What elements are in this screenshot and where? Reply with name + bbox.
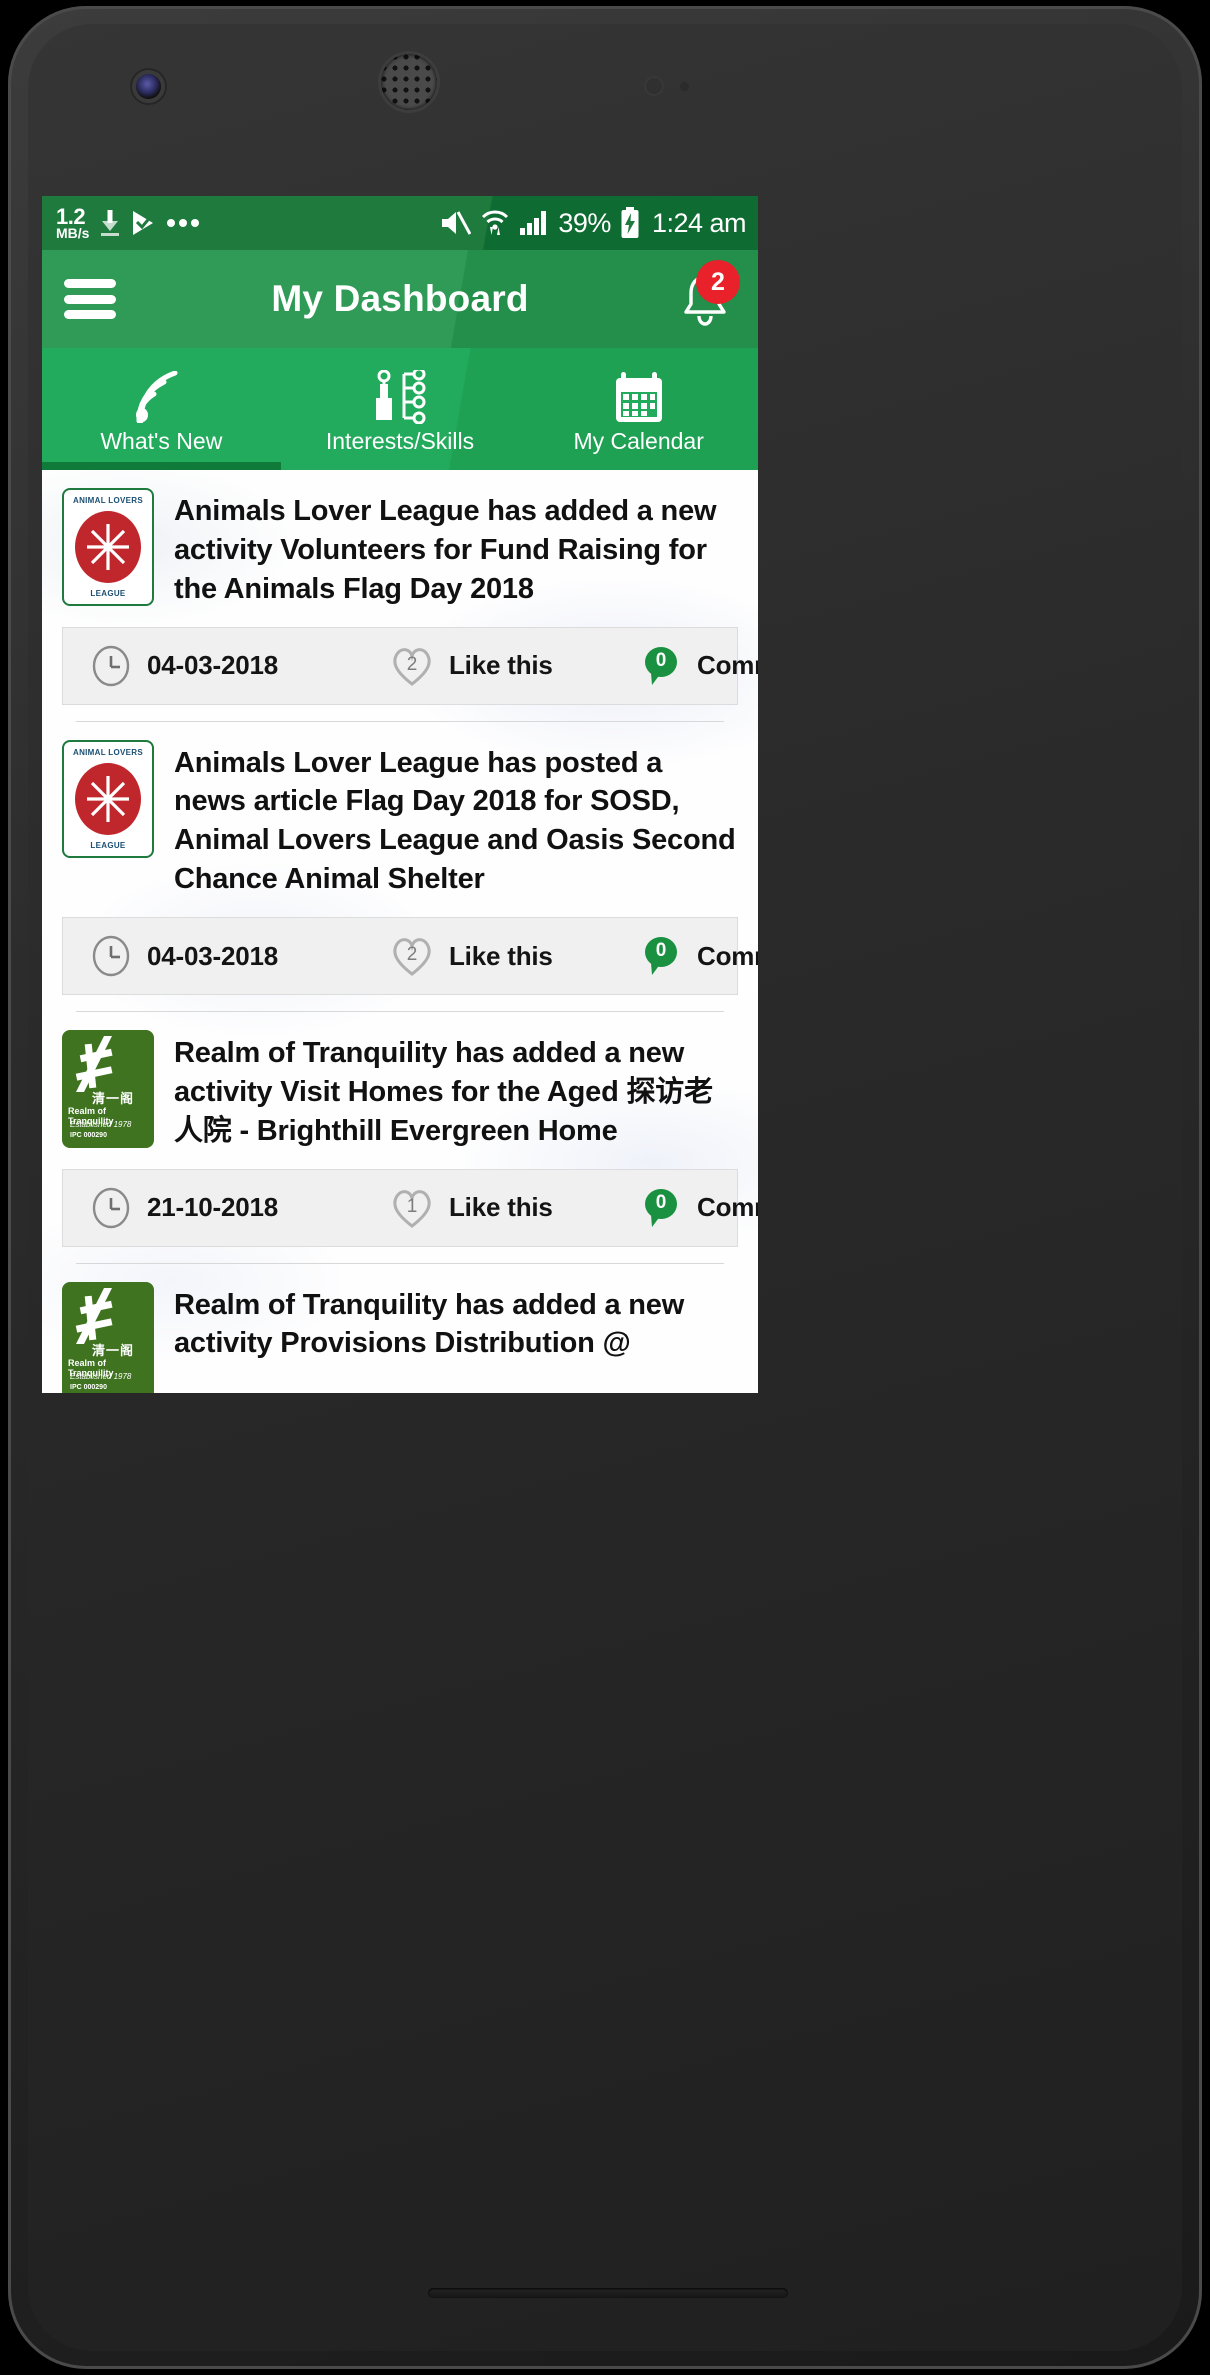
front-camera-icon (136, 74, 161, 99)
battery-charging-icon (621, 207, 639, 238)
star-burst-icon (87, 524, 129, 570)
feed-item-text: Animals Lover League has added a new act… (174, 495, 717, 605)
date-text: 21-10-2018 (147, 1192, 278, 1223)
logo-text-bottom: LEAGUE (90, 840, 126, 850)
clock-icon (92, 1187, 130, 1228)
comment-label: Comments (697, 940, 758, 971)
network-speed-unit: MB/s (56, 225, 90, 241)
sliders-icon (372, 369, 428, 424)
like-count: 2 (406, 653, 418, 675)
heart-icon: 1 (389, 1185, 435, 1231)
network-speed-indicator: 1.2 MB/s (56, 206, 90, 241)
like-label: Like this (449, 650, 553, 681)
tab-my-calendar[interactable]: My Calendar (519, 348, 758, 470)
heart-icon: 2 (389, 933, 435, 979)
tab-bar: What's New Interests/Skills My Calendar (42, 348, 758, 470)
feed-item-text: Realm of Tranquility has added a new act… (174, 1288, 685, 1360)
feed-item-date: 21-10-2018 (89, 1186, 389, 1230)
feed-item-meta: 04-03-2018 2 Like this 0 Com (62, 626, 758, 705)
comments-button[interactable]: 0 Comments (639, 644, 758, 688)
logo-ipc-number: IPC 000290 (70, 1132, 107, 1140)
calendar-icon (613, 370, 665, 424)
notification-badge: 2 (696, 260, 740, 304)
logo-text-top: ANIMAL LOVERS (73, 747, 143, 757)
volume-mute-icon (442, 211, 472, 235)
list-item[interactable]: ANIMAL LOVERS LEAGUE Animals Lover Leagu… (42, 470, 758, 722)
like-label: Like this (449, 940, 553, 971)
hamburger-menu-icon[interactable] (64, 279, 116, 319)
list-item[interactable]: 清一阁 Realm of Tranquility Established 197… (42, 1012, 758, 1264)
feed-item-text: Animals Lover League has posted a news a… (174, 746, 736, 896)
like-button[interactable]: 2 Like this (389, 643, 639, 689)
clock-icon (92, 935, 130, 977)
status-bar-clock: 1:24 am (651, 207, 747, 238)
clock-icon (92, 645, 130, 686)
organization-logo: ANIMAL LOVERS LEAGUE (62, 488, 154, 606)
cellular-signal-icon (520, 211, 547, 235)
earpiece-speaker-icon (381, 54, 437, 110)
logo-ipc-number: IPC 000290 (70, 1383, 107, 1391)
date-text: 04-03-2018 (147, 940, 278, 971)
organization-logo: 清一阁 Realm of Tranquility Established 197… (62, 1281, 154, 1393)
comment-count: 0 (655, 1191, 667, 1213)
comment-bubble-icon: 0 (639, 1186, 683, 1230)
tab-label: My Calendar (573, 427, 704, 454)
comments-button[interactable]: 0 Comments (639, 934, 758, 978)
more-dots-icon (167, 219, 200, 227)
comment-bubble-icon: 0 (639, 644, 683, 688)
organization-logo: 清一阁 Realm of Tranquility Established 197… (62, 1030, 154, 1149)
comments-button[interactable]: 0 Comments (639, 1186, 758, 1230)
download-arrow-icon (101, 210, 120, 236)
checkmark-play-icon (133, 211, 154, 235)
app-bar: My Dashboard 2 (42, 250, 758, 348)
date-text: 04-03-2018 (147, 650, 278, 681)
proximity-sensor-icon (646, 78, 662, 94)
comment-bubble-icon: 0 (639, 934, 683, 978)
logo-established: Established 1978 (70, 1371, 132, 1381)
comment-label: Comments (697, 650, 758, 681)
star-burst-icon (87, 775, 129, 822)
logo-established: Established 1978 (70, 1120, 132, 1130)
like-button[interactable]: 1 Like this (389, 1185, 639, 1231)
tab-interests-skills[interactable]: Interests/Skills (281, 348, 520, 470)
notification-bell-icon[interactable]: 2 (674, 260, 740, 330)
logo-chinese-name: 清一阁 (92, 1091, 135, 1107)
heart-icon: 2 (389, 643, 435, 689)
wifi-transfer-icon (482, 210, 509, 235)
feed-item-date: 04-03-2018 (89, 934, 389, 978)
like-button[interactable]: 2 Like this (389, 933, 639, 979)
battery-percentage: 39% (558, 207, 611, 238)
list-item[interactable]: ANIMAL LOVERS LEAGUE Animals Lover Leagu… (42, 722, 758, 1013)
feed-item-date: 04-03-2018 (89, 644, 389, 688)
logo-text-top: ANIMAL LOVERS (73, 496, 143, 505)
comment-count: 0 (655, 940, 667, 962)
comment-count: 0 (655, 649, 667, 671)
comment-label: Comments (697, 1192, 758, 1223)
feed-item-meta: 04-03-2018 2 Like this 0 Com (62, 917, 758, 996)
feed-item-meta: 21-10-2018 1 Like this 0 Com (62, 1168, 758, 1247)
light-sensor-icon (680, 82, 689, 91)
tab-label: What's New (100, 427, 223, 454)
tab-whats-new[interactable]: What's New (42, 348, 281, 470)
page-title: My Dashboard (271, 278, 529, 319)
list-item[interactable]: 清一阁 Realm of Tranquility Established 197… (42, 1264, 758, 1393)
like-label: Like this (449, 1192, 553, 1223)
phone-screen: 1.2 MB/s 39% 1:24 am My Dashboard 2 What… (42, 196, 758, 1393)
status-bar: 1.2 MB/s 39% 1:24 am (42, 196, 758, 250)
logo-chinese-name: 清一阁 (92, 1342, 135, 1358)
tab-label: Interests/Skills (325, 427, 475, 454)
like-count: 1 (406, 1195, 418, 1217)
logo-text-bottom: LEAGUE (90, 589, 126, 598)
organization-logo: ANIMAL LOVERS LEAGUE (62, 739, 154, 858)
rss-feed-icon (133, 370, 189, 424)
news-feed-list[interactable]: ANIMAL LOVERS LEAGUE Animals Lover Leagu… (42, 470, 758, 1393)
bottom-speaker-grille (428, 2288, 788, 2298)
feed-item-text: Realm of Tranquility has added a new act… (174, 1037, 713, 1147)
like-count: 2 (406, 944, 418, 966)
